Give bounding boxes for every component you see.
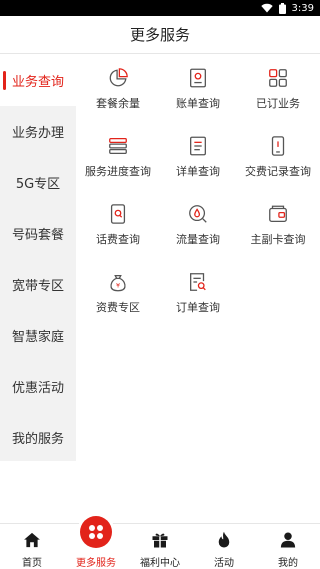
sidebar-item-label: 宽带专区	[11, 279, 64, 294]
sidebar-item-smart-home[interactable]: 智慧家庭	[0, 310, 76, 361]
service-plan-balance[interactable]: 套餐余量	[78, 55, 158, 115]
service-progress-query[interactable]: 服务进度查询	[78, 123, 158, 183]
nav-home[interactable]: 首页	[0, 524, 64, 569]
service-label: 账单查询	[176, 97, 220, 110]
service-label: 已订业务	[256, 97, 300, 110]
service-order-query[interactable]: 订单查询	[158, 259, 238, 319]
page-title: 更多服务	[129, 26, 190, 44]
nav-label: 活动	[214, 558, 234, 569]
order-search-icon	[190, 273, 206, 291]
phone-record-icon	[271, 136, 285, 156]
phone-search-icon	[110, 204, 126, 224]
card-wallet-icon	[269, 205, 287, 222]
status-bar: 3:39	[0, 0, 320, 16]
sidebar-item-broadband[interactable]: 宽带专区	[0, 259, 76, 310]
svg-text:¥: ¥	[116, 282, 120, 290]
sidebar-item-label: 5G专区	[15, 177, 61, 192]
service-subscribed[interactable]: 已订业务	[238, 55, 318, 115]
service-label: 详单查询	[176, 165, 220, 178]
nav-welfare-center[interactable]: 福利中心	[128, 524, 192, 569]
service-label: 流量查询	[176, 233, 220, 246]
sidebar-item-label: 智慧家庭	[11, 330, 64, 345]
service-bill-query[interactable]: 账单查询	[158, 55, 238, 115]
service-label: 套餐余量	[96, 97, 140, 110]
sidebar-item-label: 业务办理	[11, 126, 64, 141]
user-icon	[280, 532, 296, 548]
sidebar-item-label: 业务查询	[11, 75, 64, 90]
nav-label: 福利中心	[140, 558, 180, 569]
flame-icon	[218, 531, 230, 548]
service-label: 主副卡查询	[250, 233, 306, 246]
data-search-icon	[189, 205, 207, 223]
pie-chart-icon	[109, 68, 128, 87]
nav-label: 首页	[22, 558, 42, 569]
grid-apps-icon	[269, 69, 287, 87]
service-payment-records[interactable]: 交费记录查询	[238, 123, 318, 183]
progress-stack-icon	[109, 138, 127, 154]
sidebar-item-number-plans[interactable]: 号码套餐	[0, 208, 76, 259]
more-services-icon	[89, 525, 103, 539]
nav-label: 我的	[278, 558, 298, 569]
category-sidebar: 业务查询 业务办理 5G专区 号码套餐 宽带专区 智慧家庭 优惠活动 我的服务	[0, 55, 76, 461]
service-fee-query[interactable]: 话费查询	[78, 191, 158, 251]
nav-label: 更多服务	[76, 558, 116, 569]
sidebar-item-my-services[interactable]: 我的服务	[0, 412, 76, 463]
bill-icon	[190, 68, 206, 88]
sidebar-item-label: 优惠活动	[11, 381, 64, 396]
nav-activities[interactable]: 活动	[192, 524, 256, 569]
more-services-button[interactable]	[80, 516, 112, 548]
page-header: 更多服务	[0, 16, 320, 54]
service-label: 资费专区	[96, 301, 140, 314]
gift-icon	[152, 533, 168, 548]
sidebar-item-5g[interactable]: 5G专区	[0, 157, 76, 208]
sidebar-item-business-handling[interactable]: 业务办理	[0, 106, 76, 157]
nav-mine[interactable]: 我的	[256, 524, 320, 569]
service-detail-query[interactable]: 详单查询	[158, 123, 238, 183]
document-list-icon	[190, 136, 206, 156]
service-label: 话费查询	[96, 233, 140, 246]
service-label: 交费记录查询	[245, 165, 311, 178]
service-data-query[interactable]: 流量查询	[158, 191, 238, 251]
status-time: 3:39	[291, 2, 314, 14]
service-label: 服务进度查询	[85, 165, 151, 178]
home-icon	[24, 532, 40, 548]
sidebar-item-promotions[interactable]: 优惠活动	[0, 361, 76, 412]
sidebar-item-label: 号码套餐	[11, 228, 64, 243]
wifi-icon	[260, 3, 273, 13]
service-main-sub-card[interactable]: 主副卡查询	[238, 191, 318, 251]
service-tariff-zone[interactable]: ¥ 资费专区	[78, 259, 158, 319]
service-label: 订单查询	[176, 301, 220, 314]
bottom-nav: 首页 更多服务 福利中心 活动 我的	[0, 523, 320, 569]
sidebar-item-business-query[interactable]: 业务查询	[0, 55, 76, 106]
battery-icon	[278, 2, 286, 14]
money-bag-icon: ¥	[110, 274, 126, 292]
sidebar-item-label: 我的服务	[11, 432, 64, 447]
active-indicator	[3, 71, 6, 90]
